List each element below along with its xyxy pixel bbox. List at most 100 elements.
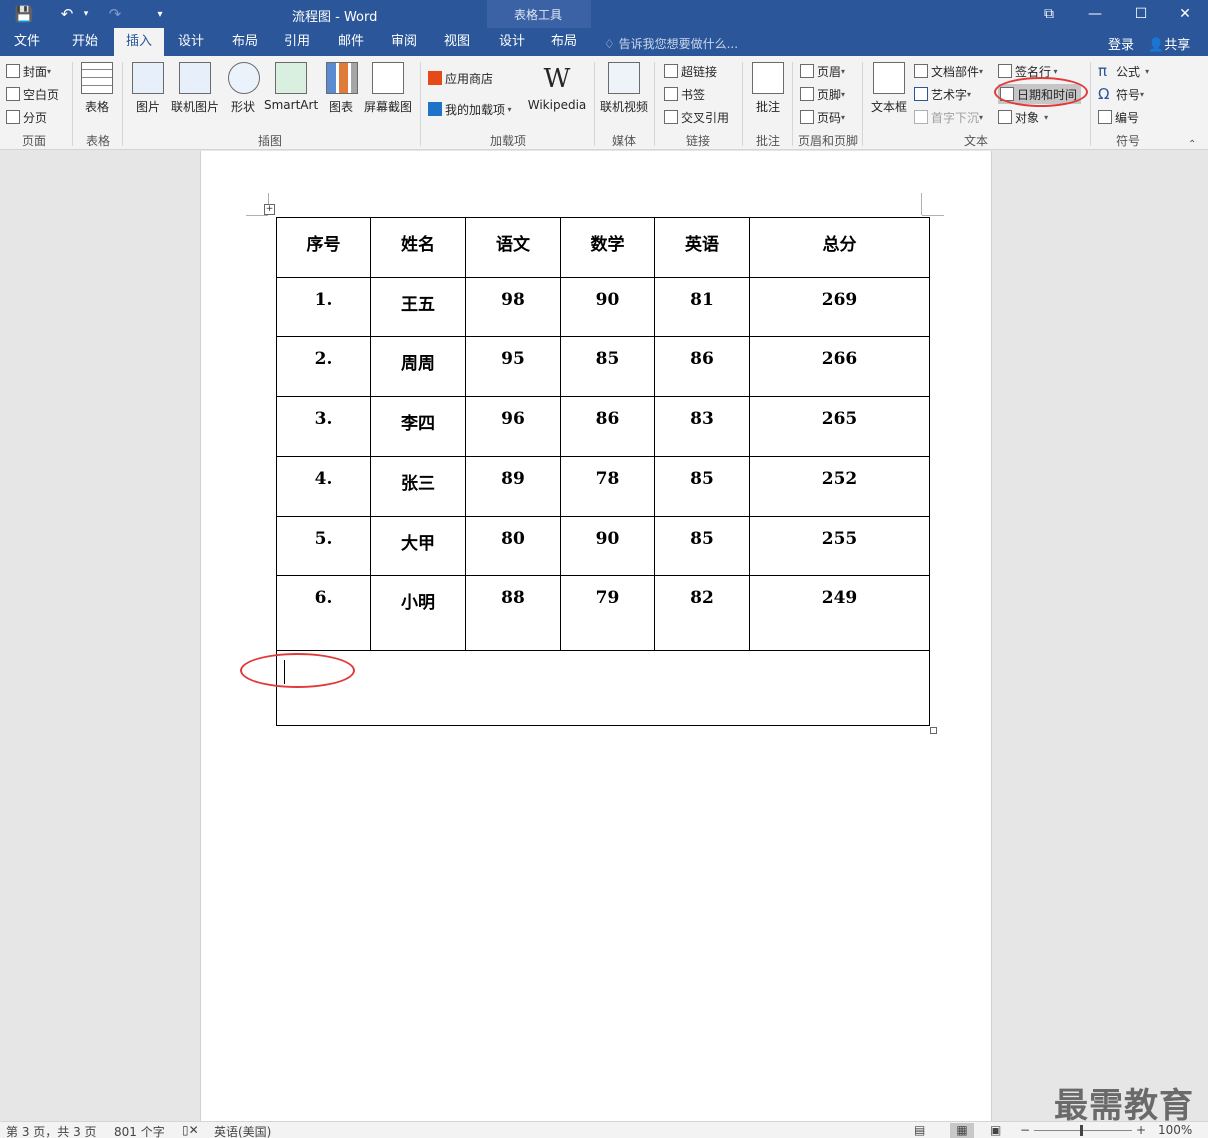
header-cell[interactable]: 总分: [749, 217, 930, 278]
online-picture-button[interactable]: 联机图片: [170, 62, 220, 115]
table-cell[interactable]: 83: [654, 396, 750, 457]
zoom-slider-track[interactable]: [1034, 1130, 1132, 1131]
hyperlink-button[interactable]: 超链接: [664, 61, 717, 81]
table-cell[interactable]: 88: [465, 575, 561, 651]
table-cell[interactable]: 249: [749, 575, 930, 651]
word-count-status[interactable]: 801 个字: [114, 1123, 165, 1138]
tab-table-design[interactable]: 设计: [489, 28, 535, 56]
tab-home[interactable]: 开始: [62, 28, 108, 56]
table-cell[interactable]: 86: [560, 396, 655, 457]
read-mode-icon[interactable]: ▤: [914, 1123, 925, 1137]
quick-parts-button[interactable]: 文档部件 ▾: [914, 61, 983, 81]
table-cell[interactable]: 90: [560, 516, 655, 576]
ribbon-display-options-icon[interactable]: ⧉: [1026, 0, 1072, 28]
table-cell[interactable]: 85: [654, 516, 750, 576]
table-cell[interactable]: 95: [465, 336, 561, 397]
cross-reference-button[interactable]: 交叉引用: [664, 107, 729, 127]
header-cell[interactable]: 序号: [276, 217, 371, 278]
table-cell[interactable]: 6.: [276, 575, 371, 651]
undo-dropdown-icon[interactable]: ▾: [80, 0, 92, 28]
page-break-button[interactable]: 分页: [6, 107, 47, 127]
zoom-slider-thumb[interactable]: [1080, 1125, 1083, 1136]
chart-button[interactable]: 图表: [326, 62, 358, 115]
cover-page-button[interactable]: 封面 ▾: [6, 61, 51, 81]
table-cell[interactable]: 大甲: [370, 516, 466, 576]
table-cell[interactable]: 3.: [276, 396, 371, 457]
header-cell[interactable]: 姓名: [370, 217, 466, 278]
page-count-status[interactable]: 第 3 页，共 3 页: [6, 1123, 97, 1138]
table-cell[interactable]: 269: [749, 277, 930, 337]
table-cell[interactable]: 1.: [276, 277, 371, 337]
my-addins-button[interactable]: 我的加载项 ▾: [428, 99, 512, 119]
zoom-in-button[interactable]: +: [1136, 1123, 1146, 1137]
zoom-out-button[interactable]: −: [1020, 1123, 1030, 1137]
page-number-button[interactable]: 页码 ▾: [800, 107, 845, 127]
table-cell[interactable]: 85: [560, 336, 655, 397]
print-layout-icon[interactable]: ▦: [950, 1123, 974, 1138]
table-cell[interactable]: 王五: [370, 277, 466, 337]
screenshot-button[interactable]: 屏幕截图: [362, 62, 414, 115]
minimize-button[interactable]: —: [1072, 0, 1118, 28]
header-button[interactable]: 页眉 ▾: [800, 61, 845, 81]
header-cell[interactable]: 语文: [465, 217, 561, 278]
number-button[interactable]: 编号: [1098, 107, 1139, 127]
table-cell[interactable]: 96: [465, 396, 561, 457]
picture-button[interactable]: 图片: [132, 62, 164, 115]
table-cell[interactable]: 85: [654, 456, 750, 517]
web-layout-icon[interactable]: ▣: [990, 1123, 1001, 1137]
table-cell[interactable]: 81: [654, 277, 750, 337]
signin-link[interactable]: 登录: [1108, 34, 1134, 53]
table-cell[interactable]: 2.: [276, 336, 371, 397]
table-cell[interactable]: 86: [654, 336, 750, 397]
table-cell[interactable]: 5.: [276, 516, 371, 576]
table-cell[interactable]: 80: [465, 516, 561, 576]
zoom-level[interactable]: 100%: [1158, 1123, 1192, 1137]
tab-insert[interactable]: 插入: [114, 28, 164, 56]
shapes-button[interactable]: 形状: [228, 62, 260, 115]
table-cell[interactable]: 255: [749, 516, 930, 576]
share-button[interactable]: 👤共享: [1148, 34, 1190, 53]
bookmark-button[interactable]: 书签: [664, 84, 705, 104]
online-video-button[interactable]: 联机视频: [598, 62, 650, 115]
tab-view[interactable]: 视图: [434, 28, 480, 56]
maximize-button[interactable]: ☐: [1118, 0, 1164, 28]
blank-page-button[interactable]: 空白页: [6, 84, 59, 104]
table-button[interactable]: 表格: [80, 62, 114, 115]
equation-button[interactable]: π 公式 ▾: [1098, 61, 1149, 81]
store-button[interactable]: 应用商店: [428, 68, 493, 88]
comment-button[interactable]: 批注: [750, 62, 786, 115]
wordart-button[interactable]: 艺术字 ▾: [914, 84, 971, 104]
textbox-button[interactable]: 文本框: [868, 62, 910, 115]
table-cell[interactable]: 79: [560, 575, 655, 651]
drop-cap-button[interactable]: 首字下沉 ▾: [914, 107, 983, 127]
tab-mailings[interactable]: 邮件: [328, 28, 374, 56]
table-cell[interactable]: 小明: [370, 575, 466, 651]
table-cell[interactable]: 252: [749, 456, 930, 517]
language-status[interactable]: 英语(美国): [214, 1123, 271, 1138]
tab-review[interactable]: 审阅: [381, 28, 427, 56]
table-cell[interactable]: 265: [749, 396, 930, 457]
tab-design[interactable]: 设计: [168, 28, 214, 56]
table-cell[interactable]: 张三: [370, 456, 466, 517]
header-cell[interactable]: 英语: [654, 217, 750, 278]
smartart-button[interactable]: SmartArt: [264, 62, 318, 112]
wikipedia-button[interactable]: W Wikipedia: [526, 62, 588, 112]
header-cell[interactable]: 数学: [560, 217, 655, 278]
table-cell[interactable]: 98: [465, 277, 561, 337]
table-cell[interactable]: 李四: [370, 396, 466, 457]
redo-icon[interactable]: ↷: [104, 0, 126, 28]
footer-button[interactable]: 页脚 ▾: [800, 84, 845, 104]
merged-empty-cell[interactable]: [276, 650, 930, 726]
customize-toolbar-icon[interactable]: ▾: [150, 0, 170, 28]
undo-icon[interactable]: ↶: [56, 0, 78, 28]
tab-layout[interactable]: 布局: [222, 28, 268, 56]
close-button[interactable]: ✕: [1162, 0, 1208, 28]
table-cell[interactable]: 266: [749, 336, 930, 397]
table-cell[interactable]: 4.: [276, 456, 371, 517]
tab-file[interactable]: 文件: [4, 28, 50, 56]
table-cell[interactable]: 90: [560, 277, 655, 337]
proofing-icon[interactable]: ▯✕: [182, 1123, 199, 1137]
object-button[interactable]: 对象 ▾: [998, 107, 1048, 127]
tell-me-box[interactable]: ♢ 告诉我您想要做什么...: [604, 35, 738, 52]
symbol-button[interactable]: Ω 符号 ▾: [1098, 84, 1144, 104]
